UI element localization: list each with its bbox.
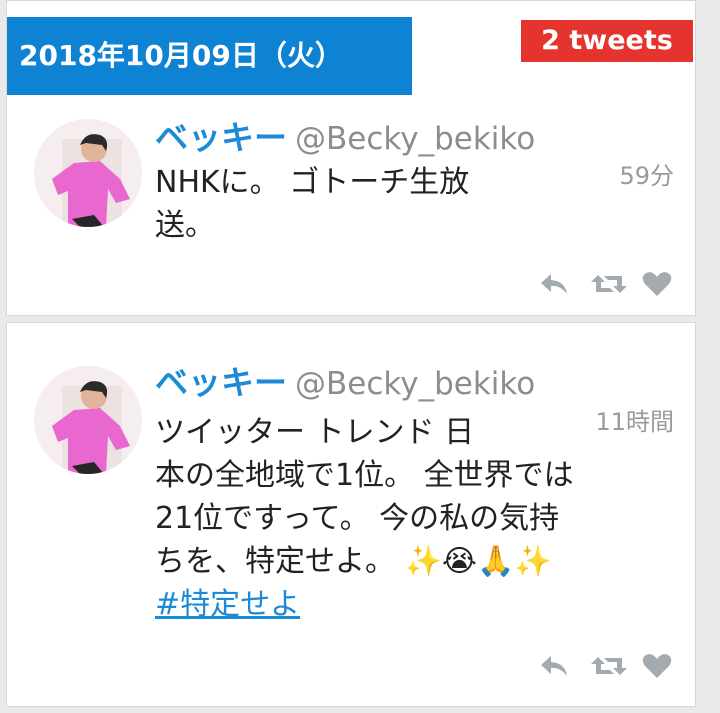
date-banner: 2018年10月09日（火） bbox=[7, 17, 412, 95]
tweet-text-line: NHKに。 ゴトーチ生放 bbox=[155, 165, 470, 200]
reply-icon[interactable] bbox=[538, 270, 570, 298]
user-handle[interactable]: @Becky_bekiko bbox=[295, 121, 535, 157]
tweet-text: NHKに。 ゴトーチ生放 送。 bbox=[155, 161, 469, 247]
tweet-timestamp[interactable]: 59分 bbox=[590, 156, 674, 191]
tweet-author: ベッキー @Becky_bekiko bbox=[155, 361, 535, 405]
tweet-text-line: 本の全地域で1位。 全世界では bbox=[155, 458, 574, 493]
like-icon[interactable] bbox=[641, 270, 673, 298]
tweet-text-line: ツイッター トレンド 日 bbox=[155, 415, 475, 450]
avatar-photo bbox=[34, 119, 142, 227]
tweet-actions bbox=[538, 652, 673, 680]
retweet-icon[interactable] bbox=[590, 270, 628, 298]
tweet-timestamp[interactable]: 11時間 bbox=[560, 402, 674, 437]
display-name[interactable]: ベッキー bbox=[155, 363, 287, 402]
avatar-photo bbox=[34, 366, 142, 474]
tweet-text-line: ちを、特定せよ。 ✨😭🙏✨ bbox=[155, 544, 552, 579]
avatar[interactable] bbox=[34, 119, 142, 227]
hashtag-link[interactable]: #特定せよ bbox=[155, 587, 300, 622]
tweet-author: ベッキー @Becky_bekiko bbox=[155, 116, 535, 160]
tweet-text-line: 送。 bbox=[155, 208, 215, 243]
display-name[interactable]: ベッキー bbox=[155, 118, 287, 157]
retweet-icon[interactable] bbox=[590, 652, 628, 680]
tweet-text-line: 21位ですって。 今の私の気持 bbox=[155, 501, 560, 536]
tweet-actions bbox=[538, 270, 673, 298]
avatar[interactable] bbox=[34, 366, 142, 474]
tweet-count-badge: 2 tweets bbox=[521, 20, 693, 62]
tweet-text: ツイッター トレンド 日 本の全地域で1位。 全世界では 21位ですって。 今の… bbox=[155, 411, 574, 626]
like-icon[interactable] bbox=[641, 652, 673, 680]
reply-icon[interactable] bbox=[538, 652, 570, 680]
user-handle[interactable]: @Becky_bekiko bbox=[295, 366, 535, 402]
